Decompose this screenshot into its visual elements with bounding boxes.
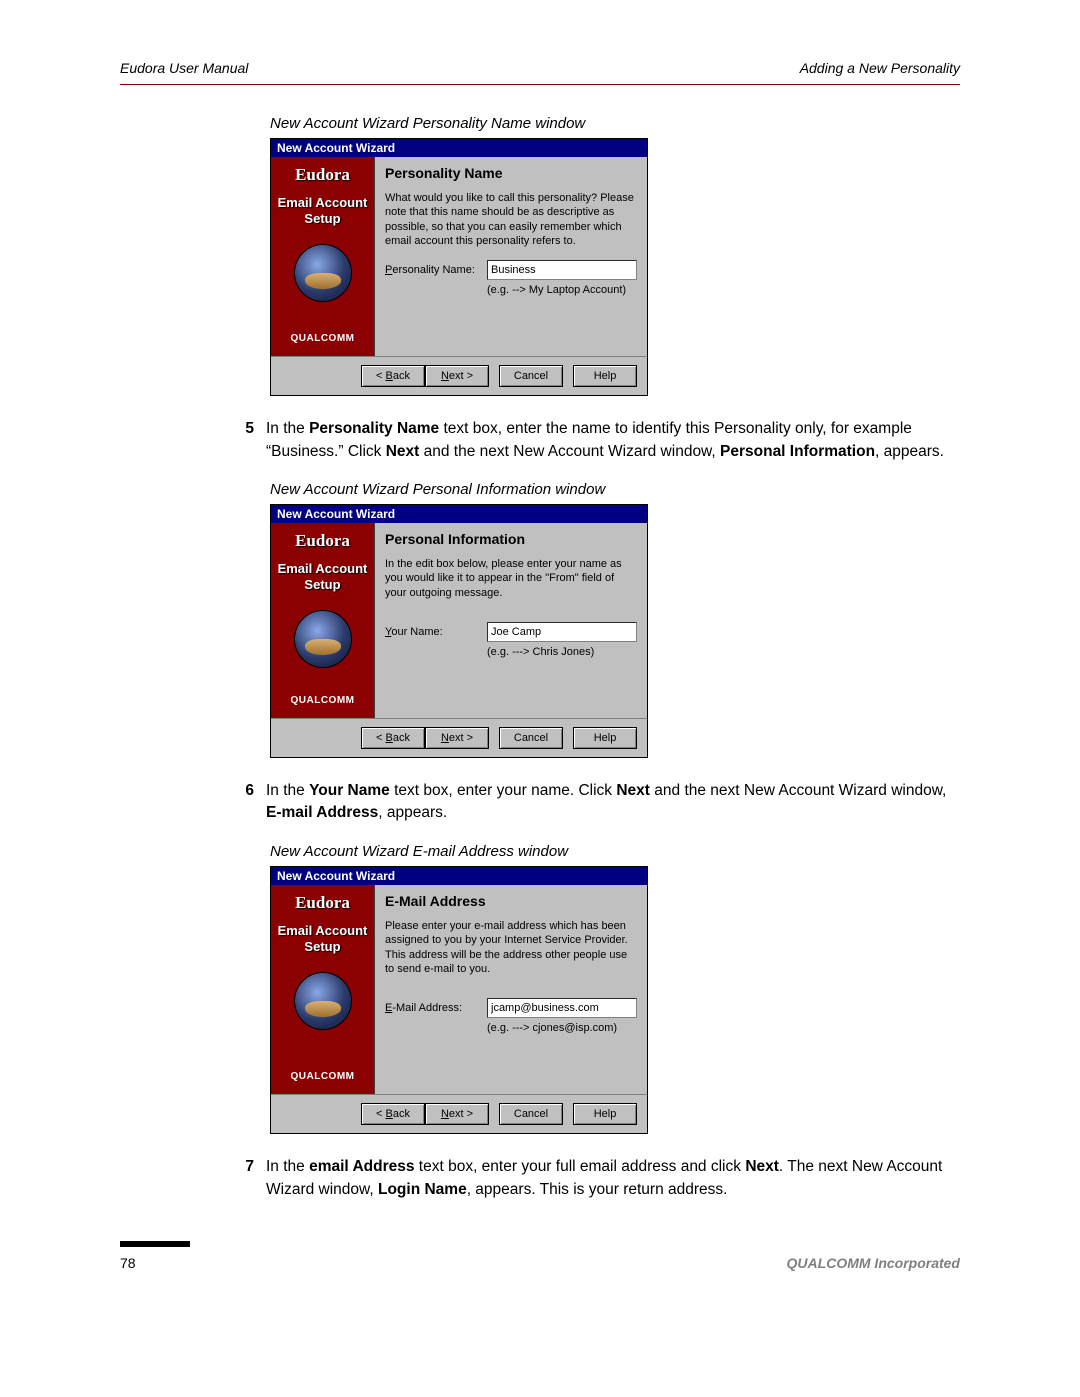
help-button[interactable]: Help xyxy=(573,365,637,387)
wizard-description: What would you like to call this persona… xyxy=(385,191,637,248)
caption-1: New Account Wizard Personality Name wind… xyxy=(270,115,960,132)
cancel-button[interactable]: Cancel xyxy=(499,727,563,749)
wizard-sidebar: Eudora Email Account Setup QUALCOMM xyxy=(271,523,375,718)
step-6: 6 In the Your Name text box, enter your … xyxy=(120,780,960,825)
cancel-button[interactable]: Cancel xyxy=(499,1103,563,1125)
wizard-description: Please enter your e-mail address which h… xyxy=(385,919,637,976)
wizard-heading: Personality Name xyxy=(385,165,637,181)
window-titlebar: New Account Wizard xyxy=(271,505,647,523)
back-button[interactable]: < Back xyxy=(361,727,425,749)
sidebar-subtitle: Email Account Setup xyxy=(278,195,368,226)
qualcomm-logo: QUALCOMM xyxy=(291,333,355,348)
page-number: 78 xyxy=(120,1255,190,1271)
example-text: (e.g. ---> Chris Jones) xyxy=(487,646,637,658)
brand-logo: Eudora xyxy=(295,165,350,185)
example-text: (e.g. --> My Laptop Account) xyxy=(487,284,637,296)
wizard-sidebar: Eudora Email Account Setup QUALCOMM xyxy=(271,885,375,1094)
mascot-icon xyxy=(294,972,352,1030)
wizard-sidebar: Eudora Email Account Setup QUALCOMM xyxy=(271,157,375,356)
caption-3: New Account Wizard E-mail Address window xyxy=(270,843,960,860)
window-titlebar: New Account Wizard xyxy=(271,867,647,885)
qualcomm-logo: QUALCOMM xyxy=(291,695,355,710)
your-name-label: Your Name: xyxy=(385,626,481,638)
corp-footer: QUALCOMM Incorporated xyxy=(787,1255,960,1271)
header-rule xyxy=(120,84,960,85)
header-left: Eudora User Manual xyxy=(120,60,248,76)
sidebar-subtitle: Email Account Setup xyxy=(278,561,368,592)
next-button[interactable]: Next > xyxy=(425,365,489,387)
wizard-heading: E-Mail Address xyxy=(385,893,637,909)
wizard-description: In the edit box below, please enter your… xyxy=(385,557,637,600)
header-right: Adding a New Personality xyxy=(800,60,960,76)
mascot-icon xyxy=(294,610,352,668)
sidebar-subtitle: Email Account Setup xyxy=(278,923,368,954)
brand-logo: Eudora xyxy=(295,531,350,551)
footer-bar xyxy=(120,1241,190,1247)
help-button[interactable]: Help xyxy=(573,1103,637,1125)
wizard-personal-information: New Account Wizard Eudora Email Account … xyxy=(270,504,648,758)
window-titlebar: New Account Wizard xyxy=(271,139,647,157)
next-button[interactable]: Next > xyxy=(425,727,489,749)
back-button[interactable]: < Back xyxy=(361,1103,425,1125)
back-button[interactable]: < Back xyxy=(361,365,425,387)
help-button[interactable]: Help xyxy=(573,727,637,749)
personality-name-label: Personality Name: xyxy=(385,264,481,276)
next-button[interactable]: Next > xyxy=(425,1103,489,1125)
cancel-button[interactable]: Cancel xyxy=(499,365,563,387)
caption-2: New Account Wizard Personal Information … xyxy=(270,481,960,498)
step-7: 7 In the email Address text box, enter y… xyxy=(120,1156,960,1201)
wizard-email-address: New Account Wizard Eudora Email Account … xyxy=(270,866,648,1134)
step-5: 5 In the Personality Name text box, ente… xyxy=(120,418,960,463)
qualcomm-logo: QUALCOMM xyxy=(291,1071,355,1086)
your-name-input[interactable] xyxy=(487,622,637,642)
mascot-icon xyxy=(294,244,352,302)
wizard-heading: Personal Information xyxy=(385,531,637,547)
personality-name-input[interactable] xyxy=(487,260,637,280)
wizard-personality-name: New Account Wizard Eudora Email Account … xyxy=(270,138,648,396)
example-text: (e.g. ---> cjones@isp.com) xyxy=(487,1022,637,1034)
brand-logo: Eudora xyxy=(295,893,350,913)
email-address-input[interactable] xyxy=(487,998,637,1018)
email-address-label: E-Mail Address: xyxy=(385,1002,481,1014)
